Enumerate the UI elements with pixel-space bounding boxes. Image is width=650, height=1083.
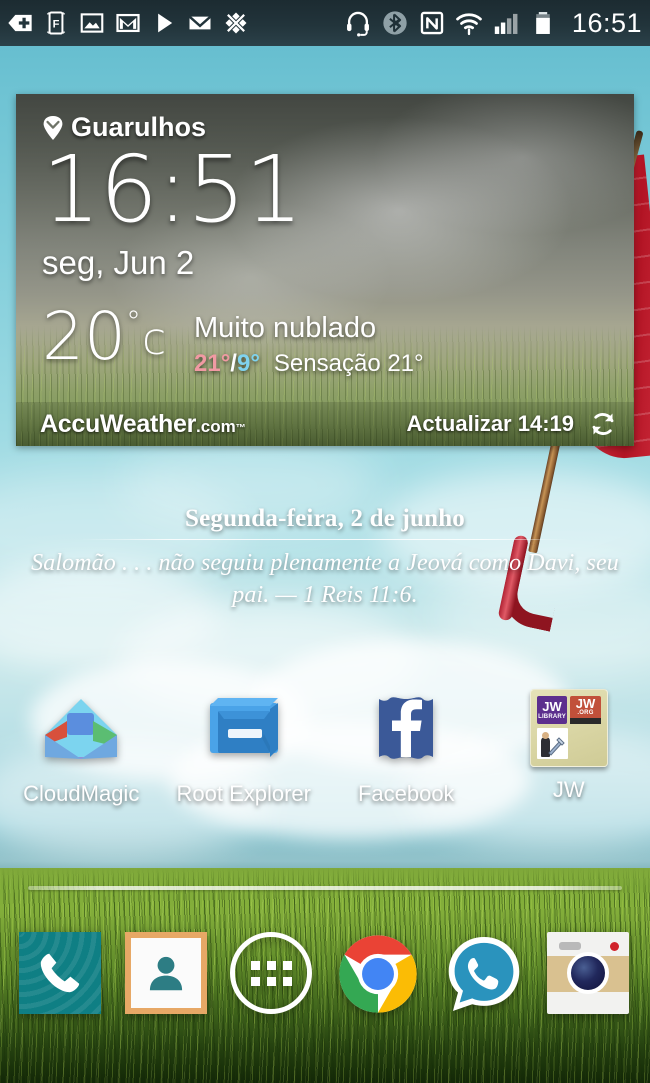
refresh-icon[interactable] <box>588 409 618 439</box>
whatsapp-icon <box>442 932 526 1016</box>
weather-update-label: Actualizar 14:19 <box>406 411 574 436</box>
weather-hi-lo-row: 21°/9° Sensação 21° <box>194 350 424 378</box>
weather-widget[interactable]: Guarulhos 16:51 seg, Jun 2 20 ° c Muito … <box>16 94 634 446</box>
f-frame-icon: F <box>46 11 66 35</box>
home-screen-app-grid: CloudMagic Root Explorer Facebook JW LIB… <box>0 685 650 815</box>
dock-item-whatsapp[interactable] <box>431 932 537 1016</box>
app-shortcut-root-explorer[interactable]: Root Explorer <box>163 685 326 807</box>
weather-condition: Muito nublado <box>194 312 377 344</box>
jw-org-title: JW <box>575 695 596 711</box>
weather-temperature: 20 ° c <box>42 304 166 370</box>
bluetooth-icon <box>383 11 407 35</box>
brand-name: AccuWeather <box>40 409 197 438</box>
app-label: Facebook <box>357 781 455 806</box>
cloudmagic-icon <box>38 685 124 771</box>
weather-degree-symbol: ° <box>125 305 141 340</box>
dock <box>0 928 650 1020</box>
cellular-signal-icon <box>494 13 518 34</box>
root-explorer-icon <box>201 685 287 771</box>
tag-plus-icon <box>8 14 32 32</box>
dock-item-contacts[interactable] <box>114 932 220 1016</box>
accuweather-brand[interactable]: AccuWeather.com™ <box>40 410 246 439</box>
tools-icon <box>548 737 565 756</box>
svg-text:F: F <box>53 19 60 31</box>
wifi-icon <box>456 13 482 36</box>
email-envelope-icon <box>188 15 212 30</box>
daily-text-divider <box>80 539 570 540</box>
jw-folder-icon: JW LIBRARY JW .ORG <box>529 689 608 767</box>
weather-footer: AccuWeather.com™ Actualizar 14:19 <box>16 402 634 446</box>
dock-item-phone[interactable] <box>8 932 114 1016</box>
gallery-image-icon <box>80 13 104 33</box>
contacts-icon <box>124 932 209 1016</box>
weather-temperature-value: 20 <box>42 298 126 375</box>
status-bar-clock: 16:51 <box>571 7 642 38</box>
dock-item-chrome[interactable] <box>325 932 431 1016</box>
headset-icon <box>346 11 369 37</box>
phone-icon <box>18 932 103 1016</box>
dock-item-app-drawer[interactable] <box>219 932 325 1016</box>
jw-org-tile: JW .ORG <box>570 696 601 724</box>
facebook-icon <box>363 685 449 771</box>
jw-folder-row: JW LIBRARY JW .ORG <box>536 696 601 724</box>
jw-library-sub: LIBRARY <box>538 714 566 720</box>
weather-temperature-unit: c <box>141 314 167 365</box>
app-label: JW <box>552 777 585 802</box>
status-bar[interactable]: F 16:51 <box>0 0 650 46</box>
app-shortcut-facebook[interactable]: Facebook <box>325 685 488 807</box>
nfc-icon <box>420 11 444 35</box>
app-drawer-icon <box>230 932 314 1016</box>
gmail-icon <box>116 13 140 33</box>
weather-hi-lo-separator: / <box>230 350 237 377</box>
dock-item-camera[interactable] <box>536 932 642 1016</box>
page-indicator[interactable] <box>28 886 622 890</box>
chrome-icon <box>336 932 420 1016</box>
app-label: CloudMagic <box>23 781 140 806</box>
jw-org-bar <box>570 717 601 724</box>
app-folder-jw[interactable]: JW LIBRARY JW .ORG JW <box>488 685 650 803</box>
app-label: Root Explorer <box>176 781 311 806</box>
brand-trademark: ™ <box>235 422 246 434</box>
weather-low-temp: 9° <box>236 350 260 377</box>
status-bar-notifications: F <box>6 9 250 37</box>
weather-date: seg, Jun 2 <box>42 244 195 281</box>
daily-text-heading: Segunda-feira, 2 de junho <box>184 505 466 532</box>
play-icon <box>158 13 173 33</box>
camera-icon <box>547 932 631 1016</box>
jw-third-tile <box>536 728 568 759</box>
status-bar-system-icons: 16:51 <box>344 8 642 39</box>
sync-x-icon <box>225 12 247 34</box>
jw-library-title: JW <box>542 699 562 714</box>
daily-text-widget[interactable]: Segunda-feira, 2 de junho Salomão . . . … <box>0 505 650 612</box>
weather-clock: 16:51 <box>42 136 303 243</box>
daily-text-body: Salomão . . . não seguiu plenamente a Je… <box>31 550 619 608</box>
battery-icon <box>536 12 550 34</box>
weather-high-temp: 21° <box>194 350 231 377</box>
jw-library-tile: JW LIBRARY <box>536 696 568 724</box>
jw-org-sub: .ORG <box>577 709 594 716</box>
brand-tld: .com <box>196 416 236 436</box>
weather-feels-like: Sensação 21° <box>273 350 424 377</box>
app-shortcut-cloudmagic[interactable]: CloudMagic <box>0 685 163 807</box>
